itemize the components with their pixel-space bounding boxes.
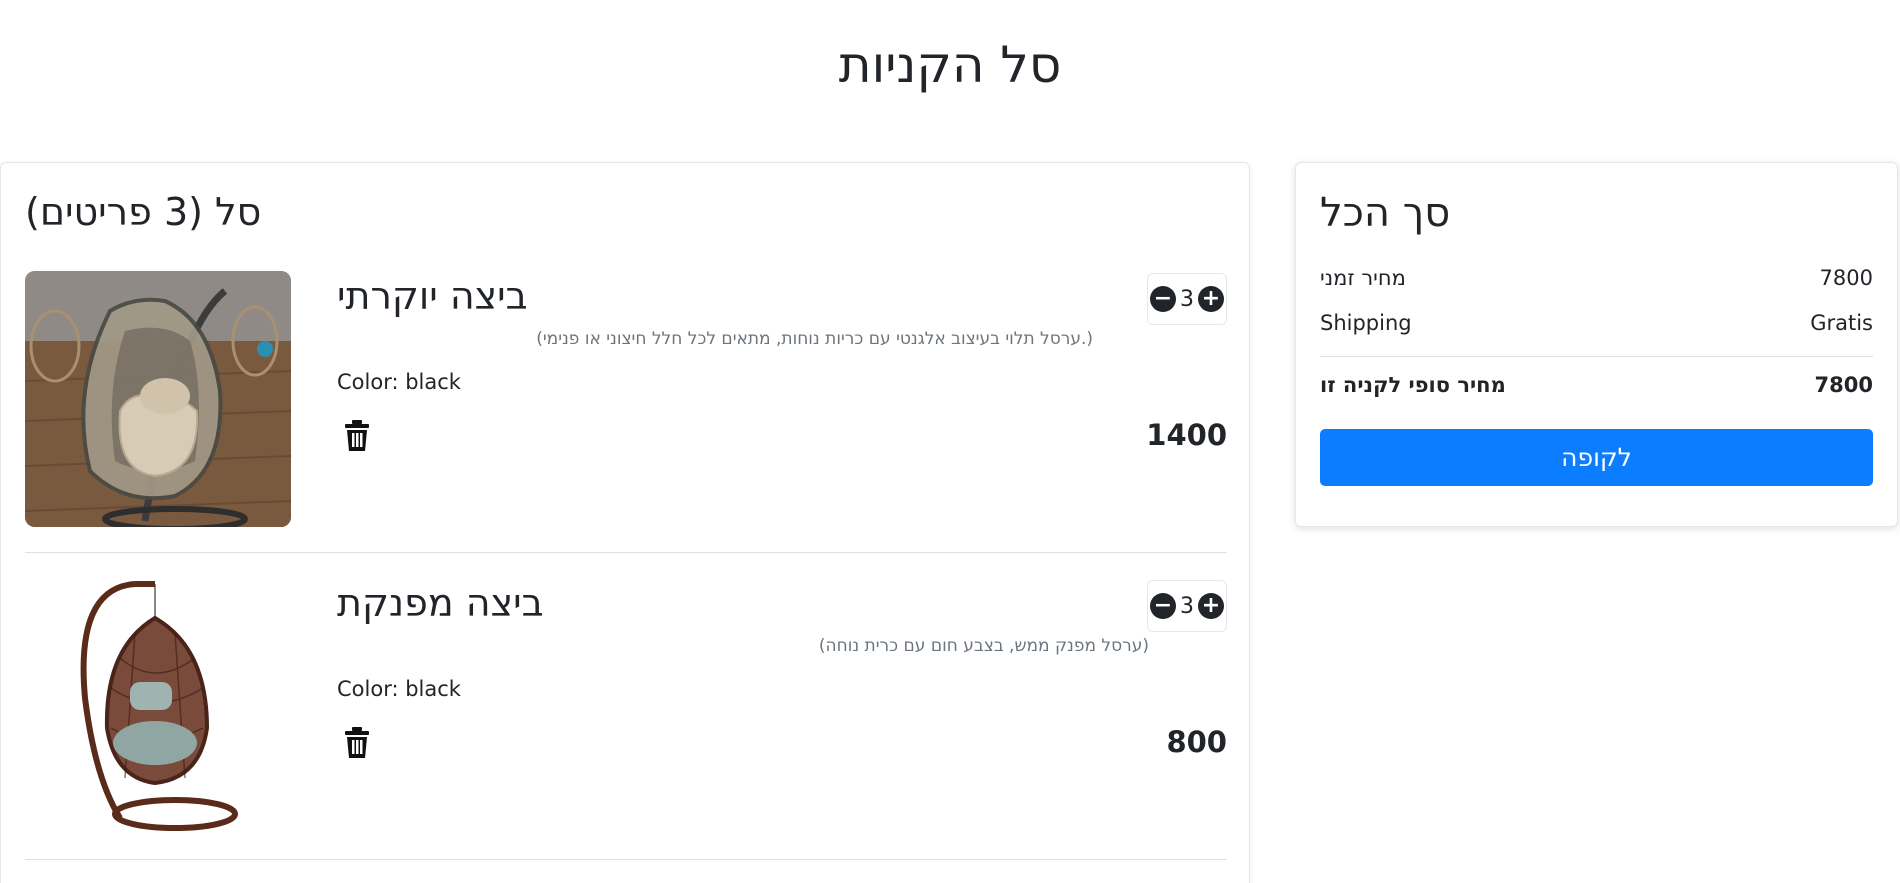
- page-title: סל הקניות: [838, 36, 1062, 94]
- minus-icon[interactable]: −: [1150, 286, 1176, 312]
- summary-card: סך הכל מחיר זמני 7800 Shipping Gratis מח…: [1295, 162, 1898, 527]
- cart-heading: סל (3 פריטים): [25, 190, 262, 234]
- product-color: Color: black: [337, 677, 461, 701]
- trash-icon[interactable]: [343, 419, 371, 453]
- quantity-value: 3: [1180, 593, 1194, 619]
- product-description: (.ערסל תלוי בעיצוב אלגנטי עם כריות נוחות…: [536, 329, 1093, 349]
- product-color: Color: black: [337, 370, 461, 394]
- checkout-button[interactable]: לקופה: [1320, 429, 1873, 486]
- subtotal-label: מחיר זמני: [1320, 266, 1406, 290]
- plus-icon[interactable]: +: [1198, 286, 1224, 312]
- total-label: מחיר סופי לקניה זו: [1320, 373, 1506, 397]
- shipping-value: Gratis: [1810, 311, 1873, 335]
- total-value: 7800: [1814, 373, 1873, 397]
- product-price: 800: [1166, 725, 1227, 759]
- subtotal-row: מחיר זמני 7800: [1320, 263, 1873, 293]
- subtotal-value: 7800: [1819, 266, 1873, 290]
- product-image[interactable]: [25, 271, 291, 527]
- shipping-row: Shipping Gratis: [1320, 308, 1873, 338]
- cart-item: ביצה מפנקת (ערסל מפנק ממש, בצבע חום עם כ…: [25, 578, 1227, 860]
- product-description: (ערסל מפנק ממש, בצבע חום עם כרית נוחה): [818, 636, 1149, 656]
- product-image[interactable]: [25, 578, 291, 834]
- total-row: מחיר סופי לקניה זו 7800: [1320, 370, 1873, 400]
- minus-icon[interactable]: −: [1150, 593, 1176, 619]
- product-name: ביצה יוקרתי: [337, 274, 528, 318]
- cart-card: סל (3 פריטים) ביצה יוקרתי (.ערסל תלוי בע…: [0, 162, 1250, 883]
- product-name: ביצה מפנקת: [337, 581, 544, 625]
- quantity-value: 3: [1180, 286, 1194, 312]
- quantity-stepper: − 3 +: [1147, 580, 1227, 632]
- cart-item: ביצה יוקרתי (.ערסל תלוי בעיצוב אלגנטי עם…: [25, 271, 1227, 553]
- plus-icon[interactable]: +: [1198, 593, 1224, 619]
- summary-title: סך הכל: [1320, 190, 1451, 236]
- quantity-stepper: − 3 +: [1147, 273, 1227, 325]
- shipping-label: Shipping: [1320, 311, 1412, 335]
- product-price: 1400: [1146, 418, 1227, 452]
- trash-icon[interactable]: [343, 726, 371, 760]
- summary-divider: [1320, 356, 1873, 357]
